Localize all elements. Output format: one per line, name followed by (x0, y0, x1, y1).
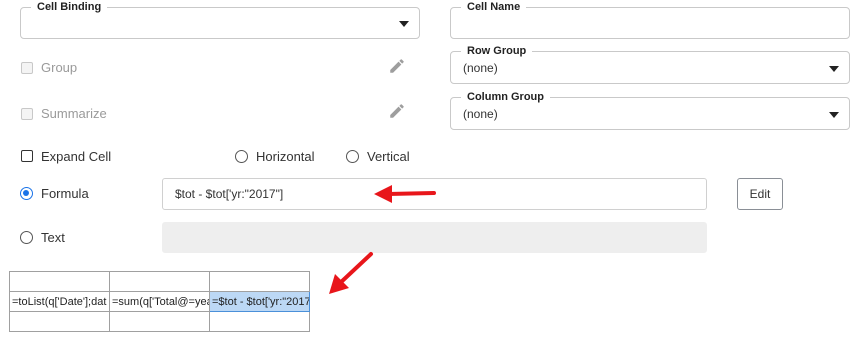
table-row: =toList(q['Date'];dat =sum(q['Total@=yea… (9, 291, 310, 312)
grid-cell[interactable] (109, 311, 210, 332)
sheet-grid: =toList(q['Date'];dat =sum(q['Total@=yea… (9, 271, 310, 332)
text-label: Text (41, 230, 65, 245)
grid-cell[interactable] (209, 311, 310, 332)
grid-cell[interactable] (9, 271, 110, 292)
red-arrow (374, 185, 436, 203)
group-checkbox[interactable] (21, 62, 33, 74)
row-group-value: (none) (463, 60, 498, 75)
grid-cell[interactable]: =toList(q['Date'];dat (9, 291, 110, 312)
chevron-down-icon (399, 21, 409, 27)
expand-cell-checkbox[interactable] (21, 150, 33, 162)
red-arrow (329, 252, 373, 294)
grid-cell[interactable] (209, 271, 310, 292)
cell-name-field[interactable]: Cell Name (450, 0, 850, 39)
text-radio[interactable] (20, 231, 33, 244)
grid-cell[interactable]: =sum(q['Total@=yea (109, 291, 210, 312)
group-label: Group (41, 60, 78, 75)
expand-cell-label: Expand Cell (41, 149, 112, 164)
edit-button[interactable]: Edit (737, 178, 783, 210)
horizontal-label: Horizontal (256, 149, 315, 164)
vertical-radio[interactable] (346, 150, 359, 163)
cell-binding-select[interactable]: Cell Binding (20, 0, 420, 39)
row-group-select[interactable]: Row Group (none) (450, 44, 850, 84)
horizontal-radio[interactable] (235, 150, 248, 163)
column-group-value: (none) (463, 106, 498, 121)
text-input (162, 222, 707, 253)
formula-radio[interactable] (20, 187, 33, 200)
cell-binding-label: Cell Binding (31, 0, 108, 14)
grid-cell[interactable] (109, 271, 210, 292)
pencil-icon[interactable] (388, 102, 406, 120)
formula-label: Formula (41, 186, 89, 201)
summarize-label: Summarize (41, 106, 107, 121)
chevron-down-icon (829, 111, 839, 118)
vertical-label: Vertical (367, 149, 410, 164)
table-row (9, 271, 310, 292)
pencil-icon[interactable] (388, 57, 406, 75)
chevron-down-icon (829, 65, 839, 72)
table-row (9, 311, 310, 332)
grid-cell[interactable] (9, 311, 110, 332)
grid-cell-selected[interactable]: =$tot - $tot['yr:"2017"] (209, 291, 310, 312)
column-group-select[interactable]: Column Group (none) (450, 90, 850, 130)
summarize-checkbox[interactable] (21, 108, 33, 120)
cell-name-label: Cell Name (461, 0, 527, 14)
